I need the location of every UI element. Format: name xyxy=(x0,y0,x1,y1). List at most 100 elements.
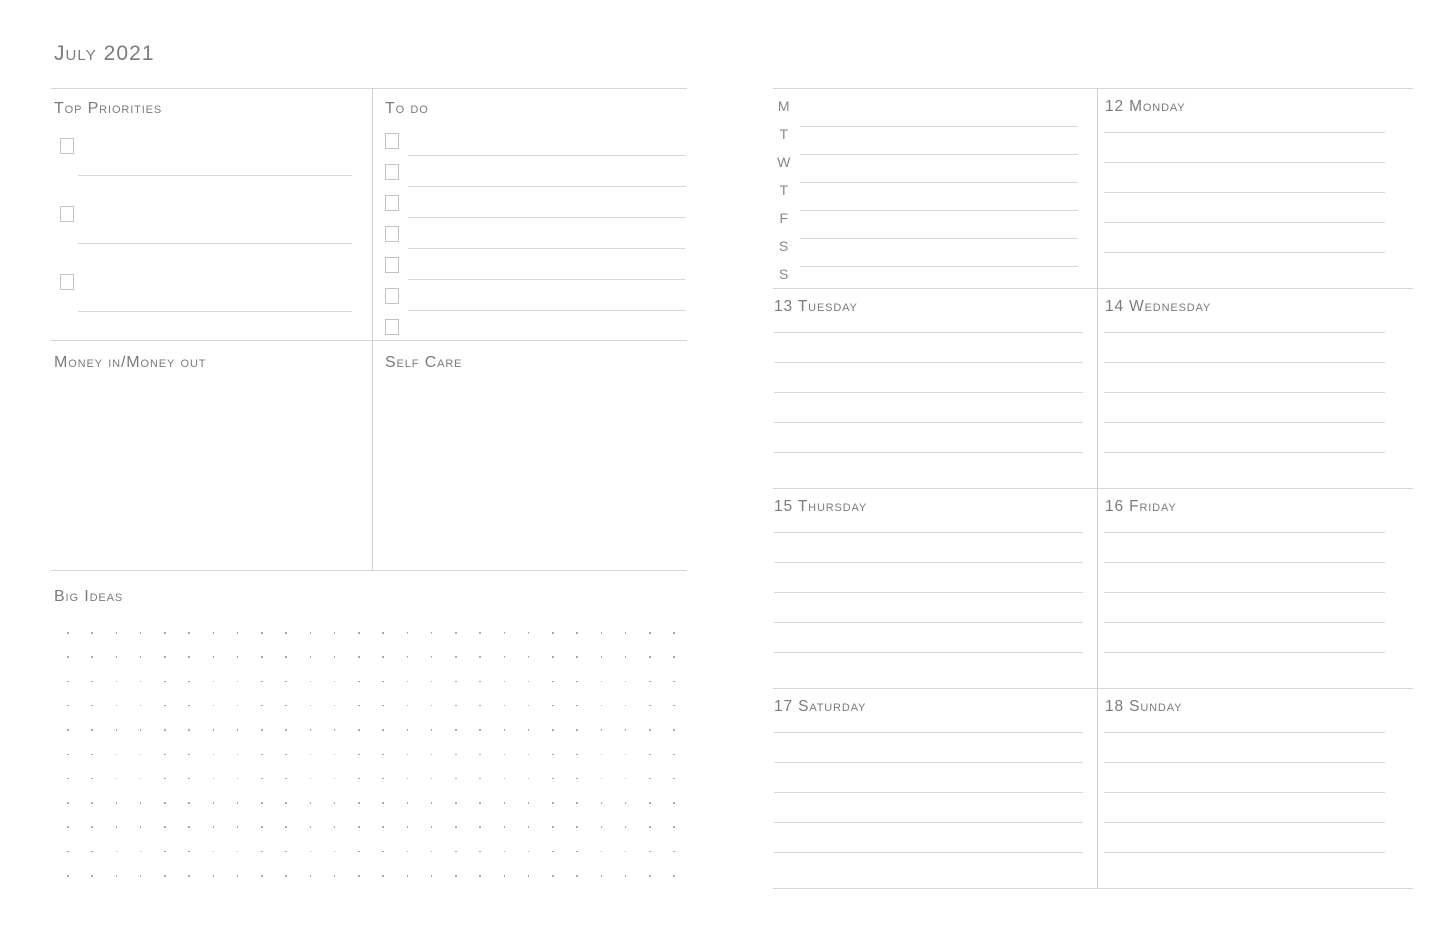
to-do-line-3[interactable] xyxy=(408,217,686,218)
top-priority-checkbox-3[interactable] xyxy=(60,274,74,290)
to-do-line-6[interactable] xyxy=(408,310,686,311)
self-care-writing-area[interactable] xyxy=(374,378,686,568)
grid-dot xyxy=(358,850,360,853)
tuesday-line-3[interactable] xyxy=(774,392,1083,393)
to-do-checkbox-5[interactable] xyxy=(385,257,399,273)
tuesday-line-5[interactable] xyxy=(774,452,1083,453)
top-priority-checkbox-2[interactable] xyxy=(60,206,74,222)
grid-dot xyxy=(455,826,457,828)
grid-dot xyxy=(503,729,506,731)
monday-line-5[interactable] xyxy=(1104,252,1385,253)
wednesday-line-1[interactable] xyxy=(1104,332,1385,333)
to-do-line-5[interactable] xyxy=(408,279,686,280)
monday-line-2[interactable] xyxy=(1104,162,1385,163)
big-ideas-dot-grid[interactable] xyxy=(67,632,679,882)
monday-line-4[interactable] xyxy=(1104,222,1385,223)
day-cell-sunday[interactable]: 18 Sunday xyxy=(1104,688,1413,888)
to-do-checkbox-6[interactable] xyxy=(385,288,399,304)
grid-dot xyxy=(503,875,506,877)
top-priority-line-3[interactable] xyxy=(78,311,352,312)
to-do-line-2[interactable] xyxy=(408,186,686,187)
sunday-line-4[interactable] xyxy=(1104,822,1385,823)
to-do-checkbox-4[interactable] xyxy=(385,226,399,242)
week-overview-line-4[interactable] xyxy=(800,210,1078,211)
to-do-checkbox-1[interactable] xyxy=(385,133,399,149)
grid-dot xyxy=(479,680,481,683)
grid-dot xyxy=(649,729,651,731)
thursday-line-1[interactable] xyxy=(774,532,1083,533)
thursday-line-4[interactable] xyxy=(774,622,1083,623)
wednesday-line-5[interactable] xyxy=(1104,452,1385,453)
friday-line-2[interactable] xyxy=(1104,562,1385,563)
grid-dot xyxy=(212,704,215,707)
sunday-line-5[interactable] xyxy=(1104,852,1385,853)
grid-dot xyxy=(67,850,69,853)
sunday-line-2[interactable] xyxy=(1104,762,1385,763)
to-do-checkbox-2[interactable] xyxy=(385,164,399,180)
to-do-line-1[interactable] xyxy=(408,155,686,156)
grid-dot xyxy=(285,704,287,707)
grid-dot xyxy=(527,777,530,780)
week-overview-line-2[interactable] xyxy=(800,154,1078,155)
grid-dot xyxy=(236,802,239,804)
wednesday-line-2[interactable] xyxy=(1104,362,1385,363)
sunday-line-1[interactable] xyxy=(1104,732,1385,733)
wednesday-line-3[interactable] xyxy=(1104,392,1385,393)
day-cell-wednesday[interactable]: 14 Wednesday xyxy=(1104,288,1413,488)
grid-dot xyxy=(212,680,215,683)
saturday-line-5[interactable] xyxy=(774,852,1083,853)
grid-dot xyxy=(309,777,312,780)
day-cell-thursday[interactable]: 15 Thursday xyxy=(773,488,1093,688)
to-do-checkbox-3[interactable] xyxy=(385,195,399,211)
money-writing-area[interactable] xyxy=(51,378,371,568)
saturday-line-1[interactable] xyxy=(774,732,1083,733)
saturday-line-3[interactable] xyxy=(774,792,1083,793)
grid-dot xyxy=(430,729,433,731)
grid-dot xyxy=(164,875,166,877)
week-overview-line-1[interactable] xyxy=(800,126,1078,127)
grid-dot xyxy=(600,656,603,658)
friday-line-1[interactable] xyxy=(1104,532,1385,533)
top-priority-line-2[interactable] xyxy=(78,243,352,244)
to-do-checkbox-7[interactable] xyxy=(385,319,399,335)
thursday-line-2[interactable] xyxy=(774,562,1083,563)
grid-dot xyxy=(261,729,263,731)
monday-line-3[interactable] xyxy=(1104,192,1385,193)
saturday-line-2[interactable] xyxy=(774,762,1083,763)
tuesday-line-1[interactable] xyxy=(774,332,1083,333)
monday-line-1[interactable] xyxy=(1104,132,1385,133)
tuesday-line-2[interactable] xyxy=(774,362,1083,363)
day-cell-friday[interactable]: 16 Friday xyxy=(1104,488,1413,688)
thursday-line-5[interactable] xyxy=(774,652,1083,653)
grid-dot xyxy=(576,632,578,634)
tuesday-line-4[interactable] xyxy=(774,422,1083,423)
grid-dot xyxy=(673,875,675,877)
grid-dot xyxy=(576,680,578,683)
grid-dot xyxy=(139,875,142,877)
grid-dot xyxy=(285,875,287,877)
top-priority-checkbox-1[interactable] xyxy=(60,138,74,154)
sunday-line-3[interactable] xyxy=(1104,792,1385,793)
wednesday-line-4[interactable] xyxy=(1104,422,1385,423)
grid-dot xyxy=(67,704,69,707)
grid-dot xyxy=(455,680,457,683)
friday-line-4[interactable] xyxy=(1104,622,1385,623)
grid-dot xyxy=(285,656,287,658)
day-cell-tuesday[interactable]: 13 Tuesday xyxy=(773,288,1093,488)
grid-dot xyxy=(115,802,118,804)
grid-dot xyxy=(552,729,554,731)
saturday-line-4[interactable] xyxy=(774,822,1083,823)
thursday-line-3[interactable] xyxy=(774,592,1083,593)
friday-line-5[interactable] xyxy=(1104,652,1385,653)
day-cell-saturday[interactable]: 17 Saturday xyxy=(773,688,1093,888)
week-overview-line-3[interactable] xyxy=(800,182,1078,183)
grid-dot xyxy=(576,850,578,853)
week-overview-line-6[interactable] xyxy=(800,266,1078,267)
grid-dot xyxy=(309,802,312,804)
grid-dot xyxy=(527,632,530,634)
friday-line-3[interactable] xyxy=(1104,592,1385,593)
to-do-line-4[interactable] xyxy=(408,248,686,249)
week-overview-line-5[interactable] xyxy=(800,238,1078,239)
top-priority-line-1[interactable] xyxy=(78,175,352,176)
day-cell-monday[interactable]: 12 Monday xyxy=(1104,88,1413,288)
